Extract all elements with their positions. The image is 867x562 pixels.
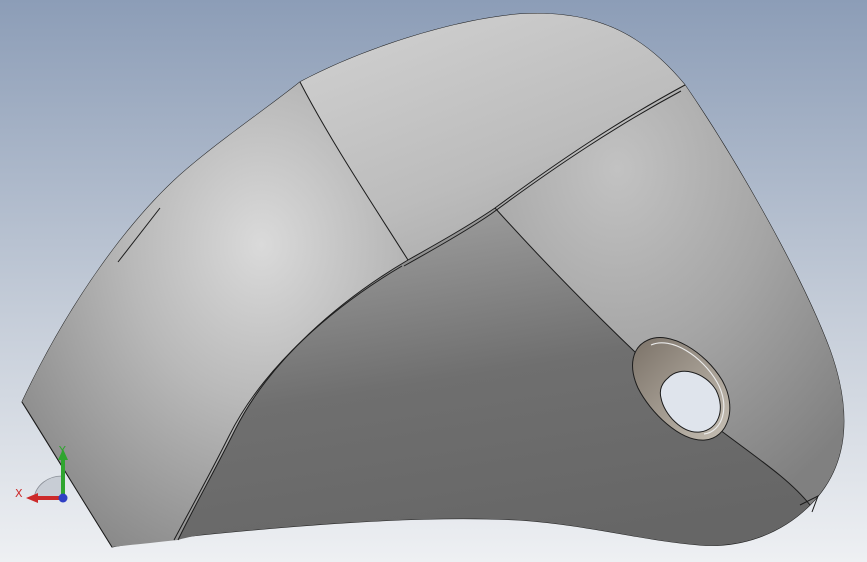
graphics-viewport[interactable]: Y X [0, 0, 867, 562]
3d-scene[interactable]: Y X [0, 0, 867, 562]
triad-y-label: Y [58, 444, 66, 457]
triad-x-label: X [15, 487, 23, 500]
z-axis-dot-icon [58, 493, 68, 503]
